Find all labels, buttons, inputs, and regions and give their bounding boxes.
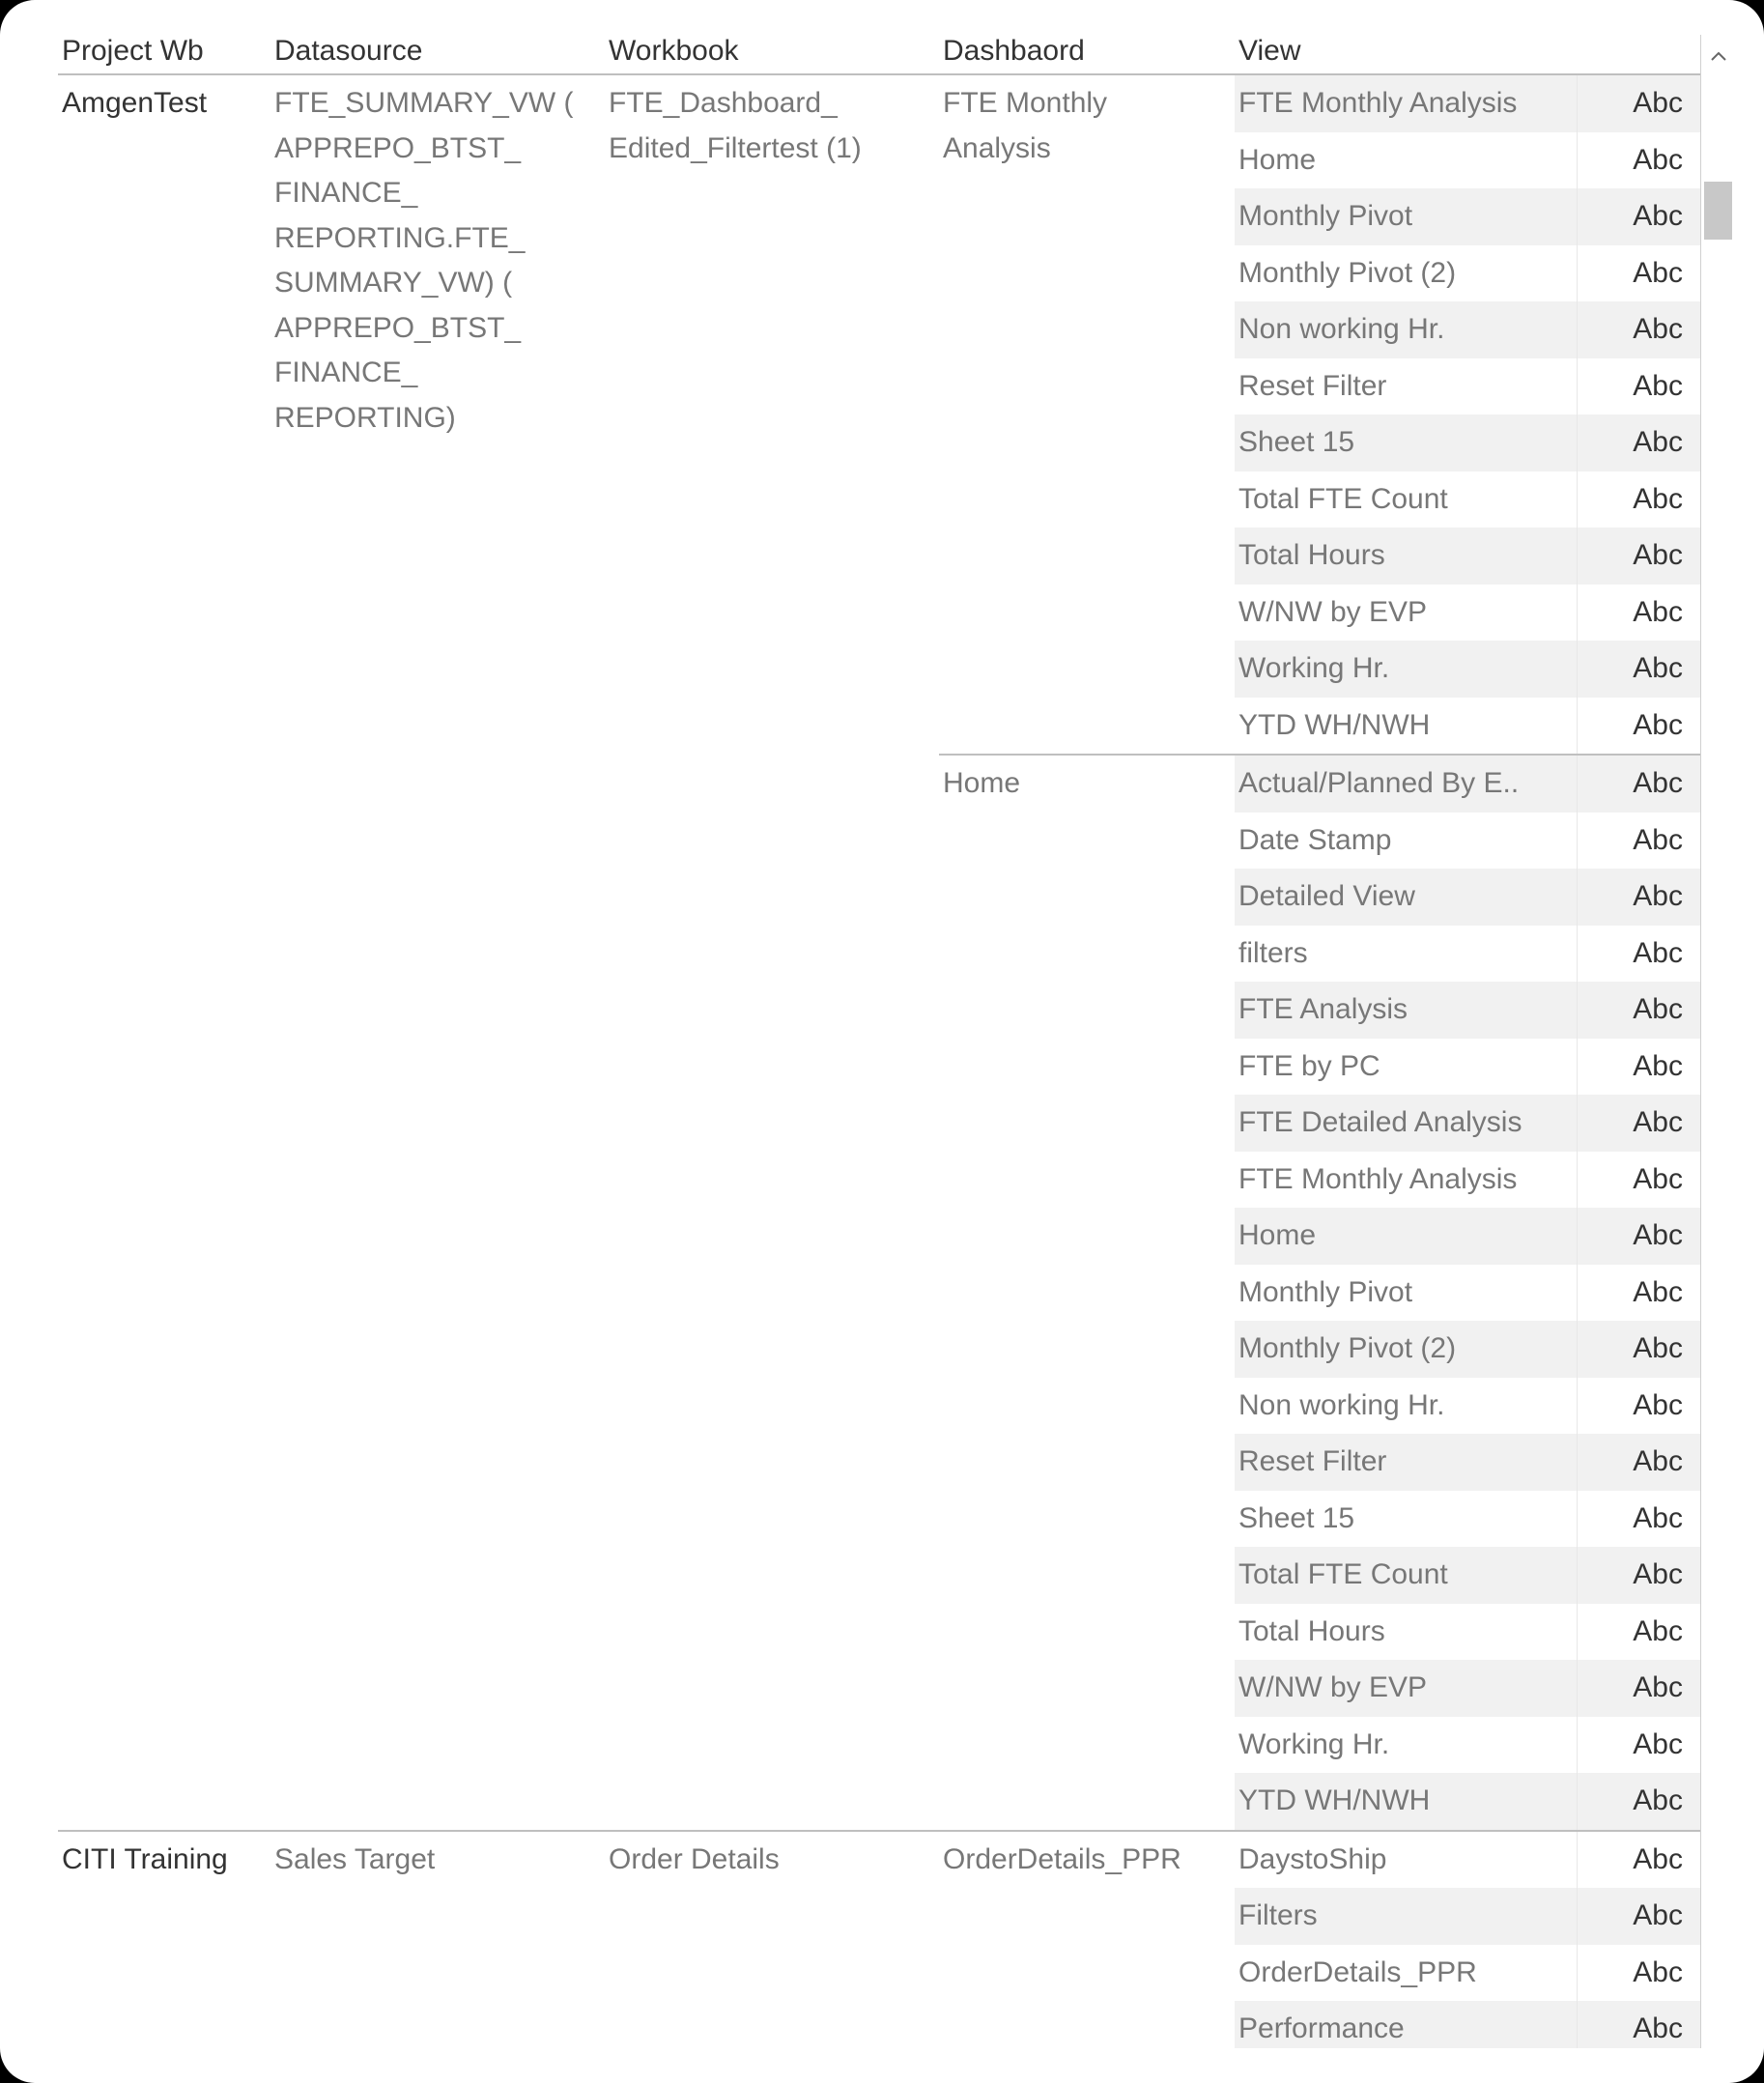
cell-measure-placeholder: Abc [1577,1265,1700,1322]
header-measure [1577,35,1700,74]
cell-view[interactable]: Total FTE Count [1235,1547,1577,1604]
cell-view[interactable]: W/NW by EVP [1235,585,1577,642]
cell-measure-placeholder: Abc [1577,1152,1700,1209]
cell-view[interactable]: Monthly Pivot (2) [1235,245,1577,302]
header-row: Project Wb Datasource Workbook Dashbaord… [58,35,1700,74]
cell-measure-placeholder: Abc [1577,1378,1700,1435]
cell-measure-placeholder: Abc [1577,301,1700,358]
cell-measure-placeholder: Abc [1577,698,1700,756]
cell-view[interactable]: Non working Hr. [1235,301,1577,358]
cell-view[interactable]: OrderDetails_PPR [1235,1945,1577,2002]
cell-measure-placeholder: Abc [1577,926,1700,983]
cell-measure-placeholder: Abc [1577,358,1700,415]
cell-measure-placeholder: Abc [1577,1039,1700,1096]
cell-dashboard[interactable]: FTE Monthly Analysis [939,74,1235,755]
cell-view[interactable]: FTE Analysis [1235,982,1577,1039]
table-row: AmgenTestFTE_SUMMARY_VW ( APPREPO_BTST_ … [58,74,1700,132]
scroll-up-button[interactable] [1701,35,1735,77]
cell-view[interactable]: Performance [1235,2001,1577,2048]
scroll-thumb[interactable] [1704,182,1732,240]
cell-view[interactable]: Date Stamp [1235,813,1577,870]
cell-view[interactable]: Reset Filter [1235,358,1577,415]
cell-view[interactable]: Monthly Pivot (2) [1235,1321,1577,1378]
cell-measure-placeholder: Abc [1577,1660,1700,1717]
cell-measure-placeholder: Abc [1577,414,1700,471]
cell-view[interactable]: Sheet 15 [1235,414,1577,471]
cell-workbook[interactable]: Order Details [605,1831,939,2049]
cell-view[interactable]: Monthly Pivot [1235,188,1577,245]
cell-measure-placeholder: Abc [1577,755,1700,813]
vertical-scrollbar[interactable] [1700,35,1735,2048]
cell-view[interactable]: Working Hr. [1235,1717,1577,1774]
cell-measure-placeholder: Abc [1577,471,1700,528]
cell-measure-placeholder: Abc [1577,1888,1700,1945]
cell-datasource[interactable]: FTE_SUMMARY_VW ( APPREPO_BTST_ FINANCE_ … [270,74,605,1831]
cell-measure-placeholder: Abc [1577,74,1700,132]
cell-view[interactable]: Non working Hr. [1235,1378,1577,1435]
cell-measure-placeholder: Abc [1577,1547,1700,1604]
cell-view[interactable]: Working Hr. [1235,641,1577,698]
cell-datasource[interactable]: Sales Target [270,1831,605,2049]
header-project[interactable]: Project Wb [58,35,270,74]
cell-view[interactable]: Actual/Planned By E.. [1235,755,1577,813]
cell-dashboard[interactable]: Home [939,755,1235,1831]
cell-measure-placeholder: Abc [1577,982,1700,1039]
header-view[interactable]: View [1235,35,1577,74]
cell-view[interactable]: W/NW by EVP [1235,1660,1577,1717]
cell-view[interactable]: Home [1235,132,1577,189]
cell-view[interactable]: FTE by PC [1235,1039,1577,1096]
cell-measure-placeholder: Abc [1577,1095,1700,1152]
app-frame: Project Wb Datasource Workbook Dashbaord… [0,0,1764,2083]
cell-measure-placeholder: Abc [1577,869,1700,926]
cell-view[interactable]: Total Hours [1235,1604,1577,1661]
cell-view[interactable]: Home [1235,1208,1577,1265]
scroll-track[interactable] [1701,77,1735,2048]
header-workbook[interactable]: Workbook [605,35,939,74]
cell-view[interactable]: Total Hours [1235,528,1577,585]
crosstab-area: Project Wb Datasource Workbook Dashbaord… [58,35,1700,2048]
cell-measure-placeholder: Abc [1577,245,1700,302]
cell-measure-placeholder: Abc [1577,1321,1700,1378]
cell-measure-placeholder: Abc [1577,1831,1700,1889]
cell-measure-placeholder: Abc [1577,528,1700,585]
cell-view[interactable]: Sheet 15 [1235,1491,1577,1548]
cell-view[interactable]: FTE Detailed Analysis [1235,1095,1577,1152]
cell-view[interactable]: Filters [1235,1888,1577,1945]
cell-view[interactable]: YTD WH/NWH [1235,698,1577,756]
cell-measure-placeholder: Abc [1577,1773,1700,1831]
cell-measure-placeholder: Abc [1577,1717,1700,1774]
table-wrap: Project Wb Datasource Workbook Dashbaord… [58,35,1764,2048]
table-row: CITI TrainingSales TargetOrder DetailsOr… [58,1831,1700,1889]
cell-measure-placeholder: Abc [1577,585,1700,642]
cell-workbook[interactable]: FTE_Dashboard_ Edited_Filtertest (1) [605,74,939,1831]
cell-measure-placeholder: Abc [1577,1945,1700,2002]
cell-measure-placeholder: Abc [1577,2001,1700,2048]
cell-view[interactable]: Detailed View [1235,869,1577,926]
cell-measure-placeholder: Abc [1577,1491,1700,1548]
cell-view[interactable]: DaystoShip [1235,1831,1577,1889]
cell-measure-placeholder: Abc [1577,132,1700,189]
cell-dashboard[interactable]: OrderDetails_PPR [939,1831,1235,2049]
crosstab-table: Project Wb Datasource Workbook Dashbaord… [58,35,1700,2048]
cell-measure-placeholder: Abc [1577,813,1700,870]
cell-measure-placeholder: Abc [1577,188,1700,245]
cell-measure-placeholder: Abc [1577,1604,1700,1661]
chevron-up-icon [1711,51,1726,61]
cell-project[interactable]: AmgenTest [58,74,270,1831]
cell-measure-placeholder: Abc [1577,641,1700,698]
cell-view[interactable]: Total FTE Count [1235,471,1577,528]
cell-measure-placeholder: Abc [1577,1208,1700,1265]
cell-view[interactable]: Monthly Pivot [1235,1265,1577,1322]
cell-view[interactable]: filters [1235,926,1577,983]
header-datasource[interactable]: Datasource [270,35,605,74]
cell-view[interactable]: FTE Monthly Analysis [1235,74,1577,132]
cell-measure-placeholder: Abc [1577,1434,1700,1491]
cell-view[interactable]: YTD WH/NWH [1235,1773,1577,1831]
header-dashboard[interactable]: Dashbaord [939,35,1235,74]
cell-project[interactable]: CITI Training [58,1831,270,2049]
cell-view[interactable]: Reset Filter [1235,1434,1577,1491]
cell-view[interactable]: FTE Monthly Analysis [1235,1152,1577,1209]
